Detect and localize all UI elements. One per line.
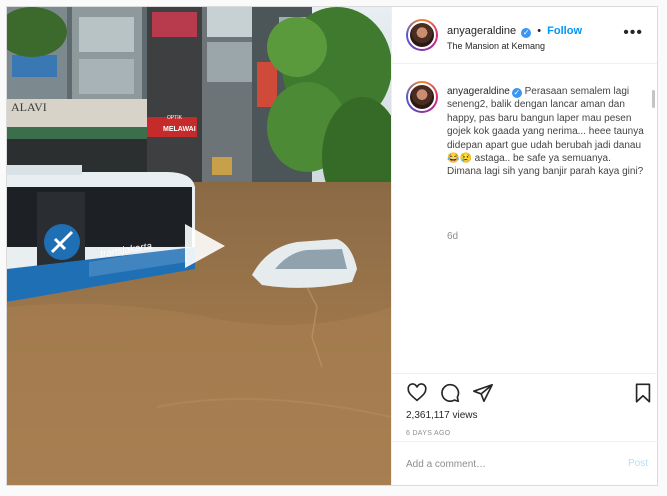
username[interactable]: anyageraldine [447,25,516,37]
comment-bar: Post [392,441,658,485]
location-link[interactable]: The Mansion at Kemang [447,41,545,51]
caption-text: anyageraldine ✓ Perasaan semalem lagi sen… [447,85,647,179]
avatar-image [408,83,436,111]
caption-age: 6d [447,231,459,242]
view-count[interactable]: 2,361,117 views [406,410,478,421]
sign-melawai: MELAWAI [163,126,196,133]
action-bar [392,373,658,413]
more-dots-icon[interactable]: ••• [623,25,643,41]
verified-badge-icon: ✓ [521,28,532,38]
instagram-post: ALAVI OPTIK MELAWAI transjakarta anyager… [6,6,658,486]
post-comment-button[interactable]: Post [628,458,648,469]
follow-button[interactable]: Follow [547,25,582,37]
sign-optik: OPTIK [167,115,183,121]
sign-alavi: ALAVI [11,100,47,114]
post-timestamp: 6 DAYS AGO [406,430,451,437]
caption-body: Perasaan semalem lagi seneng2, balik den… [447,86,644,178]
caption-avatar[interactable] [406,81,438,113]
header-line: anyageraldine ✓ • Follow [447,25,582,38]
post-video[interactable]: ALAVI OPTIK MELAWAI transjakarta [7,7,391,485]
verified-badge-icon: ✓ [511,88,522,98]
caption-scrollbar[interactable] [652,90,655,108]
avatar-image [408,21,436,49]
comment-icon[interactable] [439,382,461,404]
caption: anyageraldine ✓ Perasaan semalem lagi sen… [406,81,644,361]
avatar[interactable] [406,19,438,51]
post-header: anyageraldine ✓ • Follow The Mansion at … [392,7,657,64]
comment-input[interactable] [406,454,606,474]
bookmark-icon[interactable] [632,382,654,404]
play-icon[interactable] [177,220,229,272]
separator-dot: • [537,25,542,37]
share-icon[interactable] [472,382,494,404]
caption-username[interactable]: anyageraldine [447,86,510,97]
post-sidebar: anyageraldine ✓ • Follow The Mansion at … [391,7,658,485]
heart-icon[interactable] [406,382,428,404]
